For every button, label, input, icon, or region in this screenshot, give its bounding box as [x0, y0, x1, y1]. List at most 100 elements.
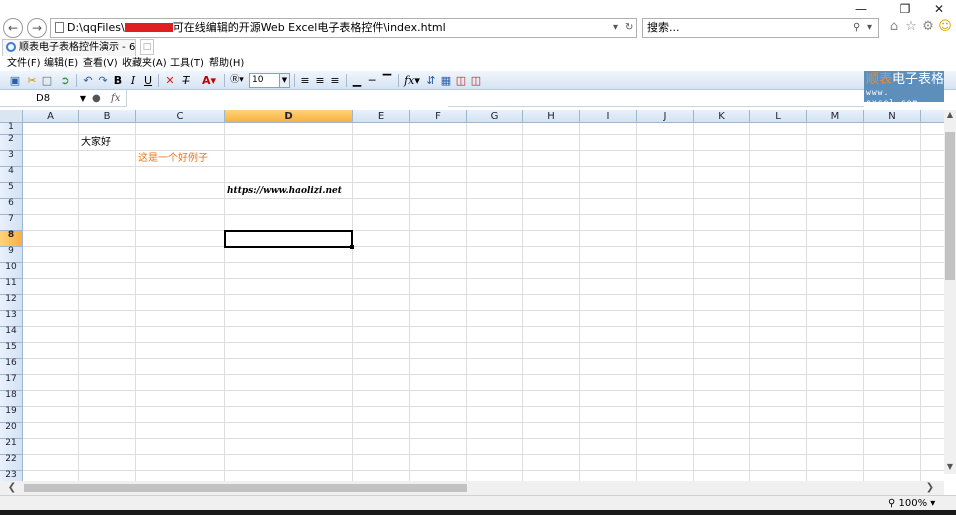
valign-top-icon[interactable]: ▔: [380, 73, 394, 88]
column-header-i[interactable]: I: [580, 110, 637, 123]
column-header-l[interactable]: L: [750, 110, 807, 123]
bold-button[interactable]: B: [112, 73, 124, 88]
insert-function-button[interactable]: fx: [111, 91, 120, 106]
column-header-n[interactable]: N: [864, 110, 921, 123]
search-box[interactable]: 搜索... ⚲ ▾: [642, 18, 879, 38]
scroll-right-icon[interactable]: ❯: [924, 481, 936, 495]
row-header-22[interactable]: 22: [0, 455, 23, 471]
cell-c3[interactable]: 这是一个好例子: [138, 153, 208, 165]
row-header-6[interactable]: 6: [0, 199, 23, 215]
row-header-13[interactable]: 13: [0, 311, 23, 327]
align-right-icon[interactable]: ≡: [328, 73, 342, 88]
spreadsheet-grid[interactable]: ABCDEFGHIJKLMNO1234567891011121314151617…: [0, 110, 956, 484]
menu-file[interactable]: 文件(F): [7, 56, 41, 71]
vertical-scroll-thumb[interactable]: [945, 132, 955, 280]
row-header-14[interactable]: 14: [0, 327, 23, 343]
row-header-2[interactable]: 2: [0, 135, 23, 151]
new-tab-icon[interactable]: □: [140, 39, 154, 55]
undo-icon[interactable]: ↶: [81, 73, 95, 88]
font-size-select[interactable]: 10 ▼: [249, 73, 290, 88]
row-header-21[interactable]: 21: [0, 439, 23, 455]
menu-help[interactable]: 帮助(H): [209, 56, 244, 71]
cut-icon[interactable]: ✂: [25, 73, 39, 88]
address-bar[interactable]: D:\qqFiles\ 可在线编辑的开源Web Excel电子表格控件\index…: [50, 18, 637, 38]
search-dropdown-icon[interactable]: ▾: [867, 19, 872, 37]
formula-input[interactable]: [126, 90, 448, 107]
valign-middle-icon[interactable]: ─: [365, 73, 379, 88]
column-header-e[interactable]: E: [353, 110, 410, 123]
active-cell-selection[interactable]: [224, 230, 354, 249]
scroll-up-icon[interactable]: ▲: [944, 110, 956, 120]
browser-tab[interactable]: 顺表电子表格控件演示 - 6...: [2, 39, 136, 56]
column-header-a[interactable]: A: [23, 110, 79, 123]
split-cells-icon[interactable]: ◫: [469, 73, 483, 88]
valign-bottom-icon[interactable]: ▁: [350, 73, 364, 88]
row-header-17[interactable]: 17: [0, 375, 23, 391]
vertical-scrollbar[interactable]: ▲ ▼: [944, 110, 956, 474]
column-header-k[interactable]: K: [694, 110, 750, 123]
clear-format-icon[interactable]: T̶: [179, 73, 193, 88]
forward-icon[interactable]: →: [27, 18, 47, 38]
menu-favorites[interactable]: 收藏夹(A): [122, 56, 167, 71]
horizontal-scroll-thumb[interactable]: [24, 484, 467, 492]
row-header-9[interactable]: 9: [0, 247, 23, 263]
scroll-left-icon[interactable]: ❮: [6, 481, 18, 495]
row-header-16[interactable]: 16: [0, 359, 23, 375]
address-dropdown-icon[interactable]: ▾: [613, 19, 618, 37]
font-color-icon[interactable]: A▾: [199, 73, 219, 88]
align-left-icon[interactable]: ≡: [298, 73, 312, 88]
function-button[interactable]: fx▾: [402, 73, 422, 88]
refresh-icon[interactable]: ↻: [625, 19, 633, 37]
row-header-4[interactable]: 4: [0, 167, 23, 183]
row-header-11[interactable]: 11: [0, 279, 23, 295]
row-header-3[interactable]: 3: [0, 151, 23, 167]
column-header-b[interactable]: B: [79, 110, 136, 123]
save-icon[interactable]: ▣: [8, 73, 22, 88]
menu-view[interactable]: 查看(V): [83, 56, 118, 71]
smiley-icon[interactable]: ☺: [937, 19, 953, 35]
merge-cells-icon[interactable]: ◫: [454, 73, 468, 88]
column-header-c[interactable]: C: [136, 110, 225, 123]
row-header-7[interactable]: 7: [0, 215, 23, 231]
row-header-18[interactable]: 18: [0, 391, 23, 407]
name-box[interactable]: D8 ▼: [0, 91, 88, 106]
new-document-icon[interactable]: □: [40, 73, 54, 88]
back-icon[interactable]: ←: [3, 18, 23, 38]
sort-icon[interactable]: ⇵: [424, 73, 438, 88]
favorites-star-icon[interactable]: ☆: [903, 19, 919, 35]
filter-icon[interactable]: ▦: [439, 73, 453, 88]
cancel-edit-icon[interactable]: ●: [92, 91, 101, 106]
home-icon[interactable]: ⌂: [886, 19, 902, 35]
scroll-down-icon[interactable]: ▼: [944, 462, 956, 472]
clear-icon[interactable]: ✕: [163, 73, 177, 88]
zoom-control[interactable]: ⚲ 100% ▾: [888, 496, 935, 511]
align-center-icon[interactable]: ≡: [313, 73, 327, 88]
redo-icon[interactable]: ↷: [96, 73, 110, 88]
menu-tools[interactable]: 工具(T): [170, 56, 204, 71]
row-header-8[interactable]: 8: [0, 231, 23, 247]
row-header-19[interactable]: 19: [0, 407, 23, 423]
italic-button[interactable]: I: [127, 73, 139, 88]
row-header-15[interactable]: 15: [0, 343, 23, 359]
column-header-h[interactable]: H: [523, 110, 580, 123]
column-header-m[interactable]: M: [807, 110, 864, 123]
go-icon[interactable]: ➲: [58, 73, 72, 88]
gear-icon[interactable]: ⚙: [920, 19, 936, 35]
underline-button[interactable]: U: [142, 73, 154, 88]
row-header-10[interactable]: 10: [0, 263, 23, 279]
row-header-5[interactable]: 5: [0, 183, 23, 199]
formula-bar: D8 ▼ ● fx: [0, 90, 864, 107]
cell-b2[interactable]: 大家好: [81, 137, 111, 149]
fill-handle[interactable]: [350, 245, 354, 249]
row-header-20[interactable]: 20: [0, 423, 23, 439]
horizontal-scrollbar[interactable]: ❮ ❯: [0, 481, 944, 495]
search-icon[interactable]: ⚲: [853, 19, 860, 37]
menu-edit[interactable]: 编辑(E): [44, 56, 78, 71]
column-header-j[interactable]: J: [637, 110, 694, 123]
font-family-icon[interactable]: Ⓡ▾: [228, 73, 246, 88]
column-header-f[interactable]: F: [410, 110, 467, 123]
row-header-12[interactable]: 12: [0, 295, 23, 311]
cell-d5[interactable]: https://www.haolizi.net: [227, 185, 342, 197]
column-header-d[interactable]: D: [225, 110, 353, 123]
column-header-g[interactable]: G: [467, 110, 523, 123]
